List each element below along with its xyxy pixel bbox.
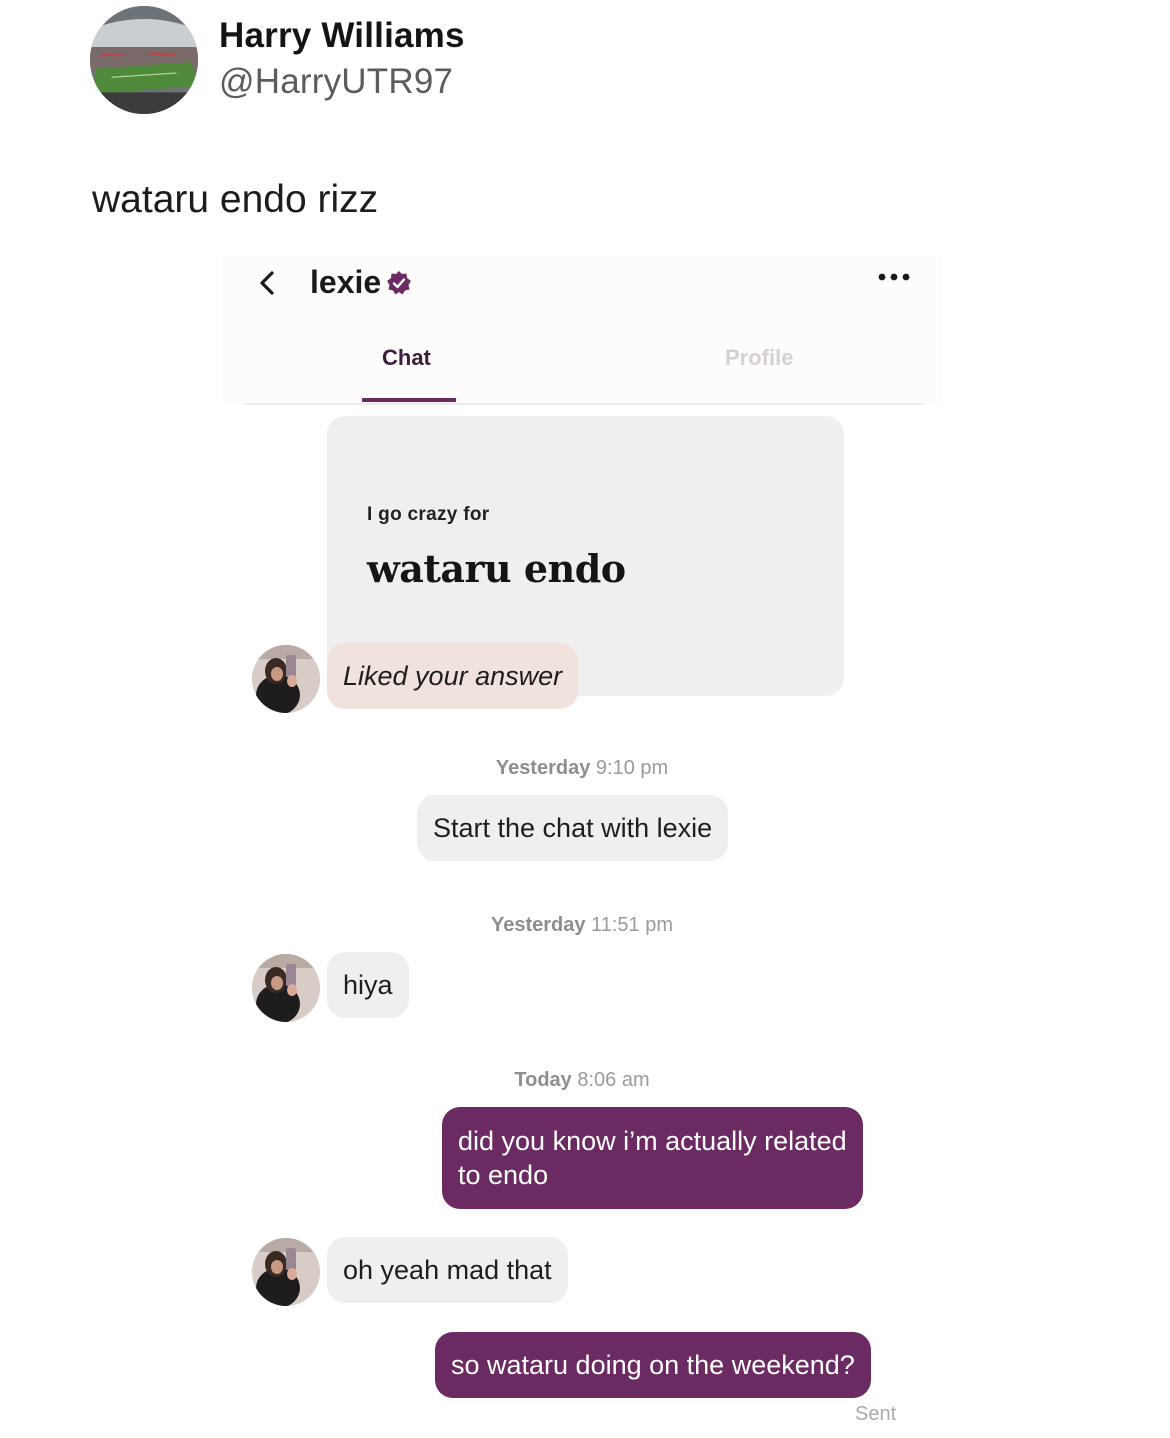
verified-badge-icon: [386, 270, 412, 296]
sent-status: Sent: [855, 1403, 897, 1425]
message-bubble-incoming[interactable]: oh yeah mad that: [327, 1237, 568, 1303]
chevron-left-icon[interactable]: [252, 267, 284, 299]
more-options-icon[interactable]: [876, 267, 912, 287]
header-divider: [244, 403, 924, 405]
tweet-author-name[interactable]: Harry Williams: [219, 16, 465, 56]
prompt-label: I go crazy for: [367, 504, 490, 525]
liked-answer-bubble: Liked your answer: [327, 643, 579, 709]
prompt-answer: wataru endo: [367, 546, 626, 591]
tab-chat[interactable]: Chat: [382, 345, 431, 371]
timestamp-day: Today: [514, 1069, 572, 1091]
tweet-author-avatar[interactable]: [90, 6, 198, 114]
timestamp-time: 8:06 am: [577, 1069, 650, 1091]
message-bubble-incoming[interactable]: hiya: [327, 952, 409, 1018]
message-bubble-outgoing[interactable]: did you know i’m actually related to end…: [442, 1107, 863, 1209]
chat-screenshot: lexie Chat Profile I go crazy for wataru…: [222, 255, 942, 1438]
tweet-text: wataru endo rizz: [92, 178, 379, 221]
timestamp-day: Yesterday: [495, 757, 591, 779]
timestamp: Yesterday 11:51 pm: [222, 914, 942, 937]
contact-name[interactable]: lexie: [310, 264, 381, 301]
active-tab-indicator: [362, 398, 456, 402]
avatar[interactable]: [252, 1238, 320, 1306]
start-chat-bubble[interactable]: Start the chat with lexie: [417, 795, 729, 861]
timestamp: Yesterday 9:10 pm: [222, 757, 942, 780]
timestamp-day: Yesterday: [491, 914, 586, 936]
message-bubble-outgoing[interactable]: so wataru doing on the weekend?: [435, 1332, 871, 1398]
message-line: did you know i’m actually related: [458, 1126, 847, 1156]
timestamp-time: 9:10 pm: [595, 757, 669, 779]
avatar[interactable]: [252, 645, 320, 713]
avatar[interactable]: [252, 954, 320, 1022]
tab-profile[interactable]: Profile: [725, 345, 793, 371]
chat-header: lexie Chat Profile: [222, 255, 942, 405]
message-line: to endo: [458, 1160, 549, 1190]
timestamp: Today 8:06 am: [222, 1069, 942, 1092]
tweet-author-handle[interactable]: @HarryUTR97: [219, 62, 453, 102]
timestamp-time: 11:51 pm: [591, 914, 673, 936]
